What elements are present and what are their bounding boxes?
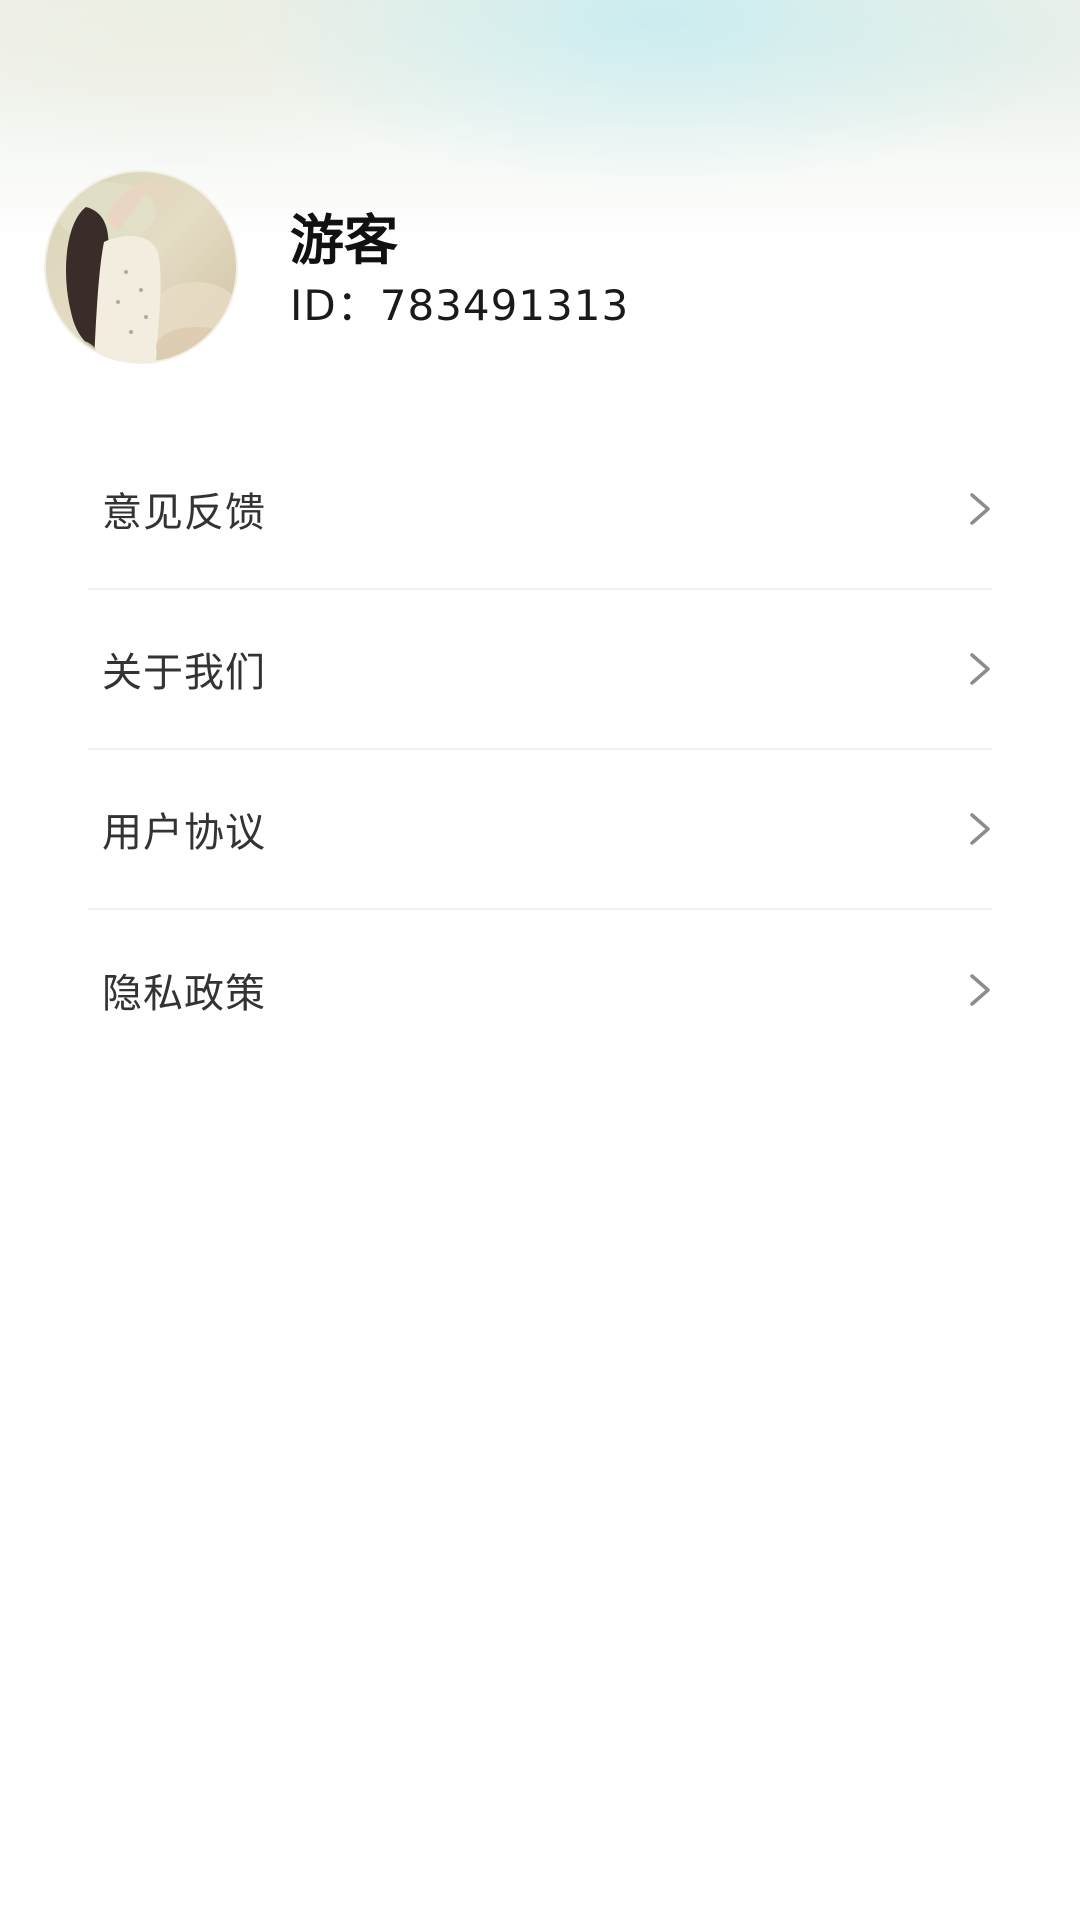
avatar[interactable] (44, 170, 238, 364)
menu-item-privacy-policy[interactable]: 隐私政策 (88, 910, 992, 1070)
settings-menu: 意见反馈 关于我们 用户协议 隐私政策 (0, 430, 1080, 1070)
chevron-right-icon (968, 649, 992, 689)
menu-item-label: 用户协议 (102, 810, 266, 856)
chevron-right-icon (968, 970, 992, 1010)
menu-item-user-agreement[interactable]: 用户协议 (88, 750, 992, 910)
menu-item-label: 隐私政策 (102, 971, 266, 1017)
menu-item-label: 关于我们 (102, 650, 266, 696)
username: 游客 (290, 209, 398, 272)
chevron-right-icon (968, 809, 992, 849)
chevron-right-icon (968, 489, 992, 529)
user-id: ID：783491313 (290, 281, 630, 330)
menu-item-feedback[interactable]: 意见反馈 (88, 430, 992, 590)
profile-header: 游客 ID：783491313 (0, 0, 1080, 380)
avatar-image (46, 172, 236, 362)
menu-item-about-us[interactable]: 关于我们 (88, 590, 992, 750)
menu-item-label: 意见反馈 (102, 490, 266, 536)
